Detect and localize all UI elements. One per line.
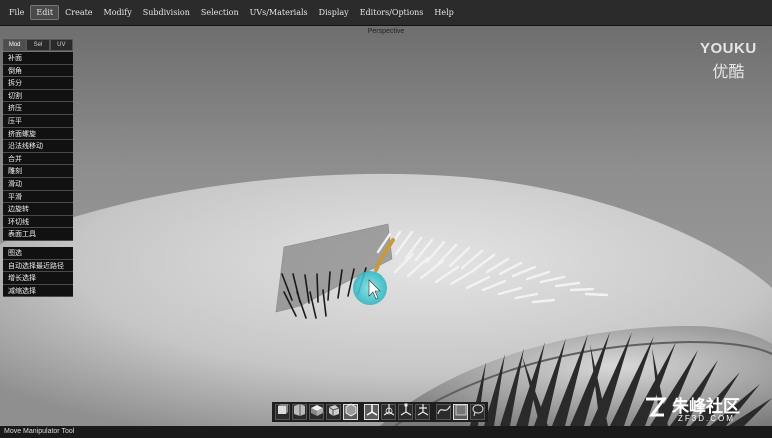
lasso-button[interactable] [470, 404, 485, 420]
tool-button[interactable]: 挤压 [3, 102, 73, 115]
tool-button[interactable]: 补面 [3, 52, 73, 65]
tool-button[interactable]: 切割 [3, 89, 73, 103]
selection-tool-button[interactable]: 自动选择最近路径 [3, 259, 73, 273]
tool-button[interactable]: 挤面螺旋 [3, 127, 73, 141]
lasso-icon [470, 402, 486, 422]
selection-tool-button[interactable]: 图选 [3, 246, 73, 260]
selection-tool-button[interactable]: 增长选择 [3, 272, 73, 285]
curve-icon [436, 402, 452, 422]
menu-help[interactable]: Help [429, 6, 458, 19]
viewport-title: Perspective [367, 28, 405, 35]
cube-front-icon [275, 402, 291, 422]
cube-side-button[interactable] [292, 404, 307, 420]
square-icon [453, 402, 469, 422]
tool-button[interactable]: 拆分 [3, 77, 73, 90]
curve-button[interactable] [436, 404, 451, 420]
youku-logo-cn: 优酷 [712, 64, 745, 81]
menu-subdivision[interactable]: Subdivision [138, 6, 195, 19]
app-window: File Edit Create Modify Subdivision Selection… [0, 0, 772, 438]
cube-front-button[interactable] [275, 404, 290, 420]
youku-logo-text: YOUKU [700, 40, 757, 57]
menu-bar: File Edit Create Modify Subdivision Selection… [0, 0, 772, 26]
tab-mod[interactable]: Mod [3, 39, 27, 51]
panel-tabs: Mod Sel UV [3, 39, 73, 51]
tool-button[interactable]: 倒角 [3, 64, 73, 78]
cube-top-icon [309, 402, 325, 422]
cube-persp-button[interactable] [326, 404, 341, 420]
zf-logo-icon [646, 397, 666, 417]
menu-display[interactable]: Display [314, 6, 354, 19]
hexagon-button[interactable] [343, 402, 359, 422]
view-toolbar [272, 402, 488, 422]
scale-axis-icon [398, 402, 414, 422]
tool-button[interactable]: 合并 [3, 152, 73, 166]
cube-top-button[interactable] [309, 404, 324, 420]
menu-edit[interactable]: Edit [30, 5, 60, 20]
selection-tool-list: 图选 自动选择最近路径 增长选择 减缩选择 [3, 246, 73, 298]
tool-button[interactable]: 边旋转 [3, 203, 73, 216]
tab-uv[interactable]: UV [49, 39, 73, 51]
menu-create[interactable]: Create [60, 6, 97, 19]
tab-sel[interactable]: Sel [26, 39, 50, 51]
selection-tool-button[interactable]: 减缩选择 [3, 284, 73, 298]
tool-button[interactable]: 环切线 [3, 215, 73, 229]
eye-model-scene[interactable] [0, 26, 772, 426]
tool-button[interactable]: 沿法线移动 [3, 140, 73, 153]
menu-uvs-materials[interactable]: UVs/Materials [245, 6, 313, 19]
rotate-axis-button[interactable] [381, 404, 396, 420]
site-url: ZF3D.COM [678, 414, 735, 423]
universal-axis-button[interactable] [415, 404, 430, 420]
menu-modify[interactable]: Modify [99, 6, 137, 19]
hexagon-icon [343, 402, 359, 422]
move-axis-icon [364, 402, 380, 422]
scale-axis-button[interactable] [398, 402, 414, 422]
viewport-perspective[interactable]: Perspective [0, 26, 772, 426]
square-button[interactable] [453, 404, 468, 420]
cube-persp-icon [326, 402, 342, 422]
tool-list: 补面 倒角 拆分 切割 挤压 压平 挤面螺旋 沿法线移动 合并 雕刻 滑动 平滑 边旋转 环切线 表面工具 [3, 52, 73, 241]
menu-selection[interactable]: Selection [196, 6, 244, 19]
tool-button[interactable]: 滑动 [3, 177, 73, 191]
tool-button[interactable]: 压平 [3, 114, 73, 128]
youku-watermark: YOUKU 优酷 [700, 40, 757, 82]
menu-editors-options[interactable]: Editors/Options [355, 6, 429, 19]
move-axis-button[interactable] [364, 404, 379, 420]
menu-file[interactable]: File [4, 6, 29, 19]
cube-side-icon [292, 402, 308, 422]
rotate-axis-icon [381, 402, 397, 422]
tool-button[interactable]: 平滑 [3, 190, 73, 204]
tool-button[interactable]: 表面工具 [3, 228, 73, 241]
tool-panel: Mod Sel UV 补面 倒角 拆分 切割 挤压 压平 挤面螺旋 沿法线移动 合并 雕刻 滑动 平滑 边旋… [3, 39, 73, 298]
universal-axis-icon [415, 402, 431, 422]
status-bar: Move Manipulator Tool [0, 426, 772, 438]
tool-button[interactable]: 雕刻 [3, 165, 73, 178]
